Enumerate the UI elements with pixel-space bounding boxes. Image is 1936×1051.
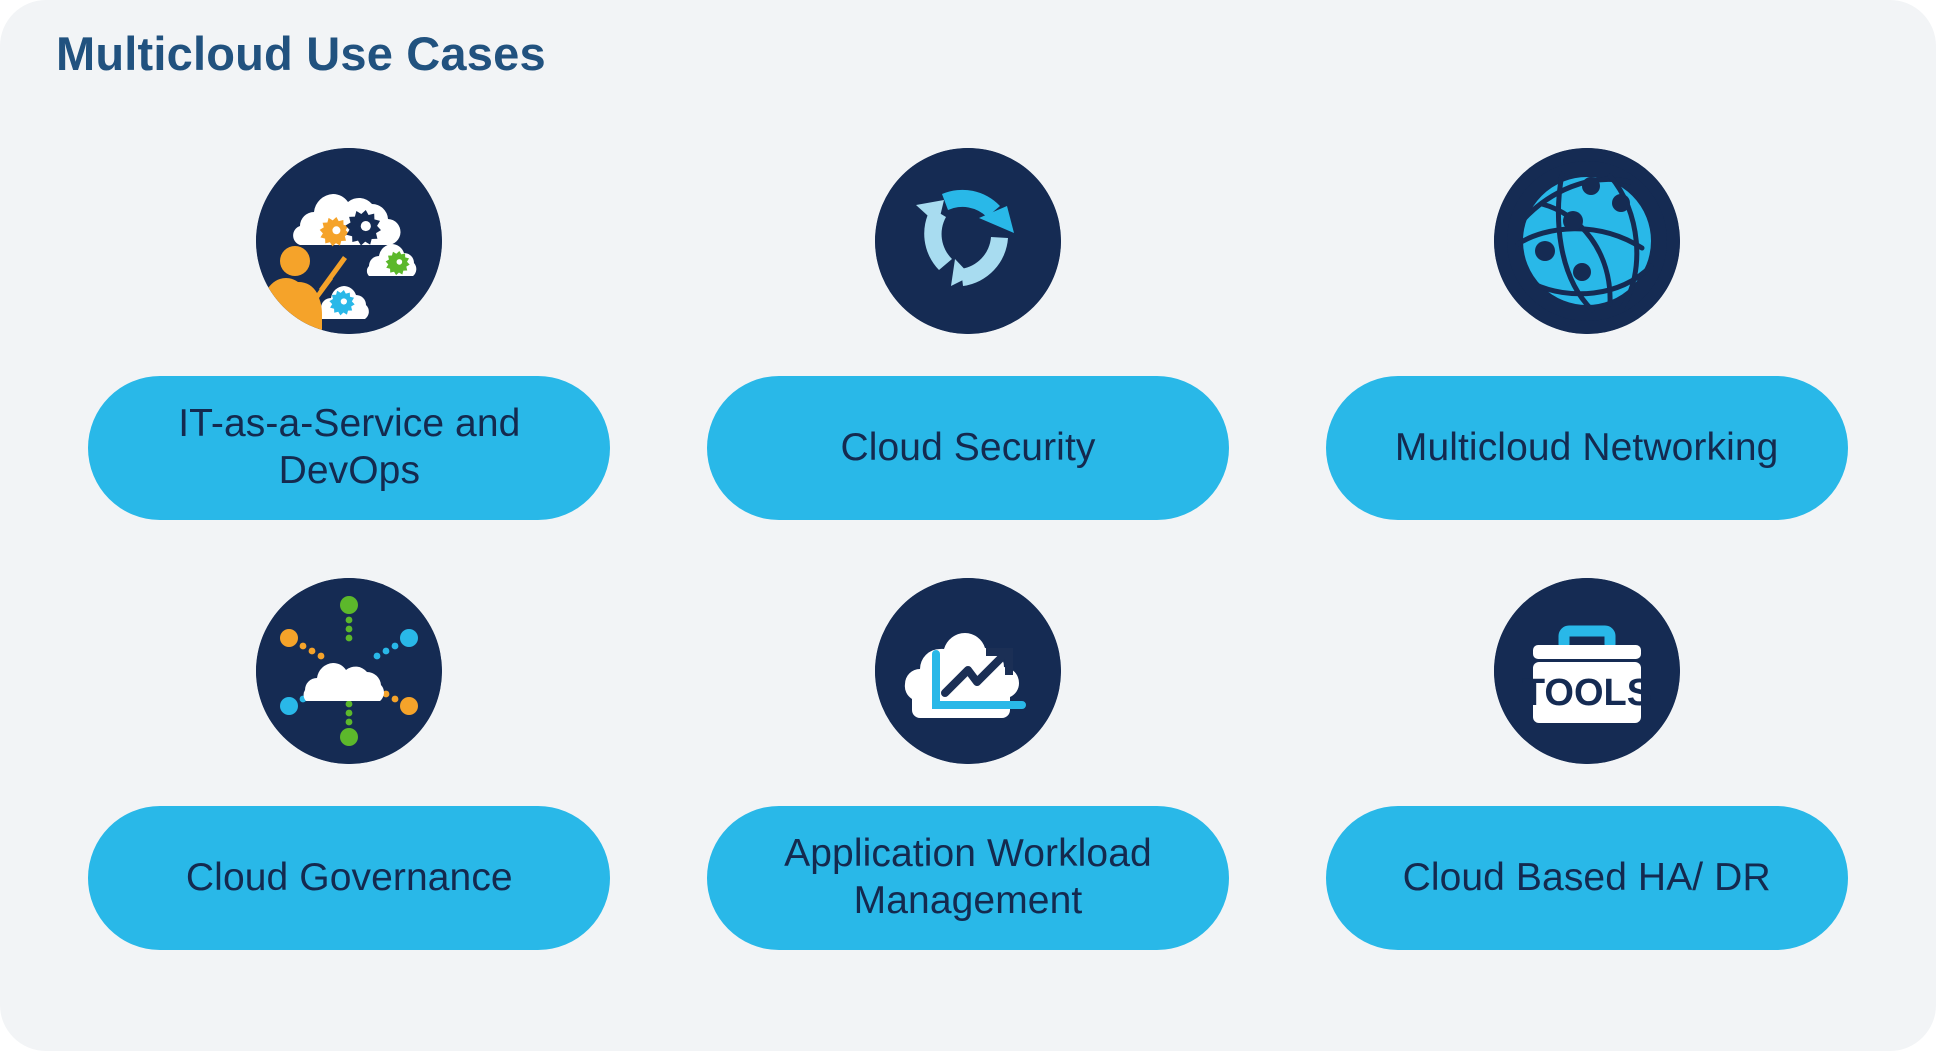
use-case-grid: IT-as-a-Service and DevOps Cloud Securit… bbox=[40, 148, 1896, 1008]
use-case-pill[interactable]: IT-as-a-Service and DevOps bbox=[88, 376, 611, 520]
use-case-item-cloud-based-ha-dr[interactable]: TOOLS Cloud Based HA/ DR bbox=[1277, 578, 1896, 1008]
use-case-label: Cloud Governance bbox=[185, 856, 513, 900]
cloud-radiating-nodes-icon bbox=[256, 578, 443, 764]
use-case-item-application-workload-management[interactable]: Application Workload Management bbox=[659, 578, 1278, 1008]
multicloud-use-cases-card: Multicloud Use Cases IT-as-a-Service and… bbox=[0, 0, 1936, 1051]
use-case-pill[interactable]: Cloud Security bbox=[706, 376, 1229, 520]
use-case-item-it-as-a-service[interactable]: IT-as-a-Service and DevOps bbox=[40, 148, 659, 578]
use-case-pill[interactable]: Application Workload Management bbox=[706, 806, 1229, 950]
use-case-label: Multicloud Networking bbox=[1394, 426, 1779, 470]
use-case-item-multicloud-networking[interactable]: Multicloud Networking bbox=[1277, 148, 1896, 578]
cloud-growth-chart-icon bbox=[874, 578, 1061, 764]
use-case-label: Application Workload Management bbox=[784, 832, 1152, 922]
use-case-item-cloud-security[interactable]: Cloud Security bbox=[659, 148, 1278, 578]
use-case-pill[interactable]: Cloud Governance bbox=[88, 806, 611, 950]
use-case-pill[interactable]: Multicloud Networking bbox=[1325, 376, 1848, 520]
use-case-item-cloud-governance[interactable]: Cloud Governance bbox=[40, 578, 659, 1008]
circular-arrows-refresh-icon bbox=[874, 148, 1061, 334]
use-case-label: IT-as-a-Service and DevOps bbox=[178, 402, 521, 492]
toolbox-label: TOOLS bbox=[1522, 672, 1652, 714]
network-globe-icon bbox=[1493, 148, 1680, 334]
use-case-label: Cloud Security bbox=[840, 426, 1096, 470]
screenshot-canvas: Multicloud Use Cases IT-as-a-Service and… bbox=[0, 0, 1936, 1051]
clouds-gears-person-icon bbox=[256, 148, 443, 334]
page-title: Multicloud Use Cases bbox=[56, 27, 546, 80]
toolbox-tools-icon: TOOLS bbox=[1493, 578, 1680, 764]
use-case-label: Cloud Based HA/ DR bbox=[1402, 856, 1771, 900]
use-case-pill[interactable]: Cloud Based HA/ DR bbox=[1325, 806, 1848, 950]
